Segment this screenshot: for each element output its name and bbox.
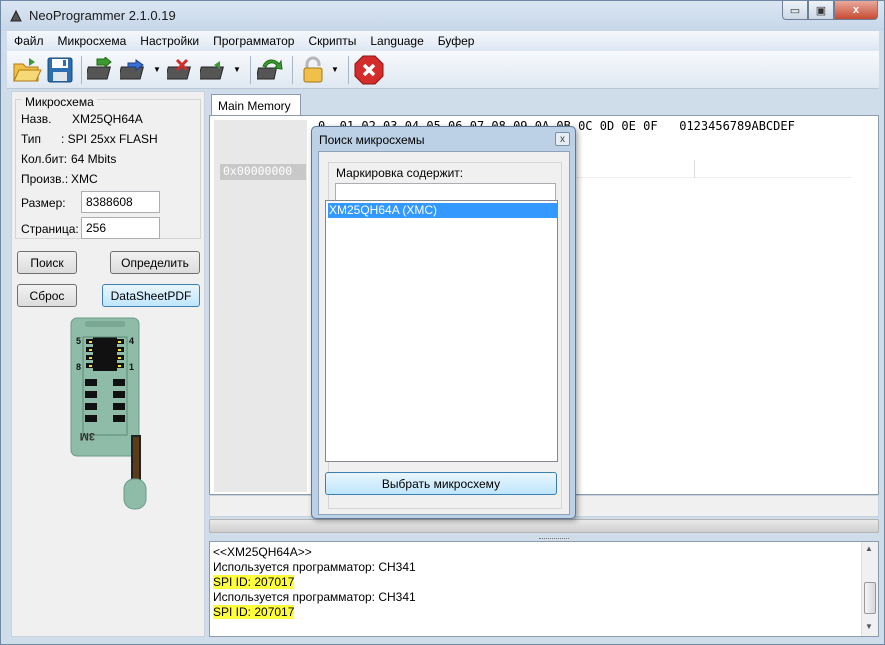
toolbar: ▼ ▼ ▼ [7,51,879,89]
open-folder-icon [13,57,42,81]
lock-button[interactable] [297,54,329,86]
bits-value: 64 Mbits [71,152,117,166]
type-label: Тип [21,132,42,146]
stop-button[interactable] [353,54,385,86]
pin-label-5: 5 [76,336,81,346]
log-line: SPI ID: 207017 [213,605,295,619]
verify-button[interactable] [199,54,231,86]
search-button[interactable]: Поиск [17,251,77,274]
app-icon [10,9,22,22]
horizontal-scrollbar[interactable] [209,519,879,533]
toolbar-separator [348,55,349,84]
write-chip-icon [120,58,144,79]
chip-group-title: Микросхема [22,95,97,109]
erase-chip-icon [167,58,191,79]
results-list[interactable]: XM25QH64A (XMC) [325,200,558,462]
chip-info-group: Микросхема Назв. XM25QH64A Тип : SPI 25x… [15,95,201,239]
toolbar-separator [81,55,82,84]
main-window: NeoProgrammer 2.1.0.19 ▭ ▣ x Файл Микрос… [0,0,885,645]
reset-button[interactable]: Сброс [17,284,77,307]
menu-programmer[interactable]: Программатор [206,34,301,48]
dialog-body: Маркировка содержит: XM25QH64A (XMC) Выб… [318,151,570,515]
open-button[interactable] [11,54,43,86]
log-panel[interactable]: <<XM25QH64A>> Используется программатор:… [209,541,879,637]
tab-main-memory[interactable]: Main Memory [211,94,301,116]
auto-button[interactable] [255,54,287,86]
name-value: XM25QH64A [72,112,143,126]
address-column: 0x00000000 [214,120,307,492]
log-line: <<XM25QH64A>> [213,545,312,559]
chevron-down-icon: ▼ [153,65,161,74]
name-label: Назв. [21,112,52,126]
save-button[interactable] [44,54,76,86]
address-cell: 0x00000000 [220,164,306,180]
menu-scripts[interactable]: Скрипты [301,34,363,48]
menu-settings[interactable]: Настройки [133,34,206,48]
lock-dropdown[interactable]: ▼ [330,54,340,86]
erase-button[interactable] [166,54,198,86]
log-line: SPI ID: 207017 [213,575,295,589]
maximize-button[interactable]: ▣ [808,1,834,20]
bits-label: Кол.бит: [21,152,68,166]
stop-icon [354,55,384,84]
save-floppy-icon [47,57,73,82]
hex-ascii-divider [694,160,695,178]
socket-diagram: 5 8 4 1 3M [70,317,147,510]
board-label: 3M [80,430,95,442]
verify-dropdown[interactable]: ▼ [232,54,242,86]
scroll-up-icon[interactable]: ▲ [865,544,873,553]
auto-cycle-icon [257,59,283,79]
type-value: : SPI 25xx FLASH [61,132,158,146]
dialog-close-button[interactable]: x [555,132,570,146]
list-item[interactable]: XM25QH64A (XMC) [328,203,557,218]
vendor-value: XMC [71,172,98,186]
write-dropdown[interactable]: ▼ [152,54,162,86]
chip-search-dialog: Поиск микросхемы x Маркировка содержит: … [311,126,576,519]
window-title: NeoProgrammer 2.1.0.19 [29,8,176,23]
scroll-thumb[interactable] [864,582,876,614]
maximize-icon: ▣ [815,4,827,17]
pin-label-4: 4 [129,336,134,346]
close-icon: x [560,133,565,145]
read-chip-icon [87,56,112,79]
vendor-label: Произв.: [21,172,69,186]
log-line: Используется программатор: CH341 [213,560,416,574]
chip-panel: Микросхема Назв. XM25QH64A Тип : SPI 25x… [11,91,205,637]
verify-chip-icon [200,60,224,79]
menu-file[interactable]: Файл [7,34,51,48]
select-chip-button[interactable]: Выбрать микросхему [325,472,557,495]
menu-bar: Файл Микросхема Настройки Программатор С… [7,31,879,51]
toolbar-separator [292,55,293,84]
log-scrollbar[interactable]: ▲ ▼ [861,542,878,636]
menu-buffer[interactable]: Буфер [431,34,482,48]
title-bar[interactable]: NeoProgrammer 2.1.0.19 ▭ ▣ x [1,1,884,31]
lock-icon [303,56,323,82]
minimize-icon: ▭ [789,4,801,17]
read-button[interactable] [86,54,118,86]
dialog-title: Поиск микросхемы [319,133,425,147]
close-button[interactable]: x [834,1,878,20]
page-field[interactable]: 256 [81,217,160,239]
write-button[interactable] [119,54,151,86]
minimize-button[interactable]: ▭ [782,1,808,20]
datasheet-button[interactable]: DataSheetPDF [102,284,200,307]
chevron-down-icon: ▼ [331,65,339,74]
pin-label-8: 8 [76,362,81,372]
pin-label-1: 1 [129,362,134,372]
page-label: Страница: [21,222,79,236]
close-icon: x [852,4,860,16]
filter-label: Маркировка содержит: [336,166,464,180]
splitter-handle[interactable] [539,538,569,540]
menu-chip[interactable]: Микросхема [51,34,134,48]
chevron-down-icon: ▼ [233,65,241,74]
toolbar-separator [250,55,251,84]
scroll-down-icon[interactable]: ▼ [865,622,873,631]
size-label: Размер: [21,196,66,210]
size-field[interactable]: 8388608 [81,191,160,213]
detect-button[interactable]: Определить [110,251,200,274]
log-line: Используется программатор: CH341 [213,590,416,604]
menu-language[interactable]: Language [363,34,430,48]
